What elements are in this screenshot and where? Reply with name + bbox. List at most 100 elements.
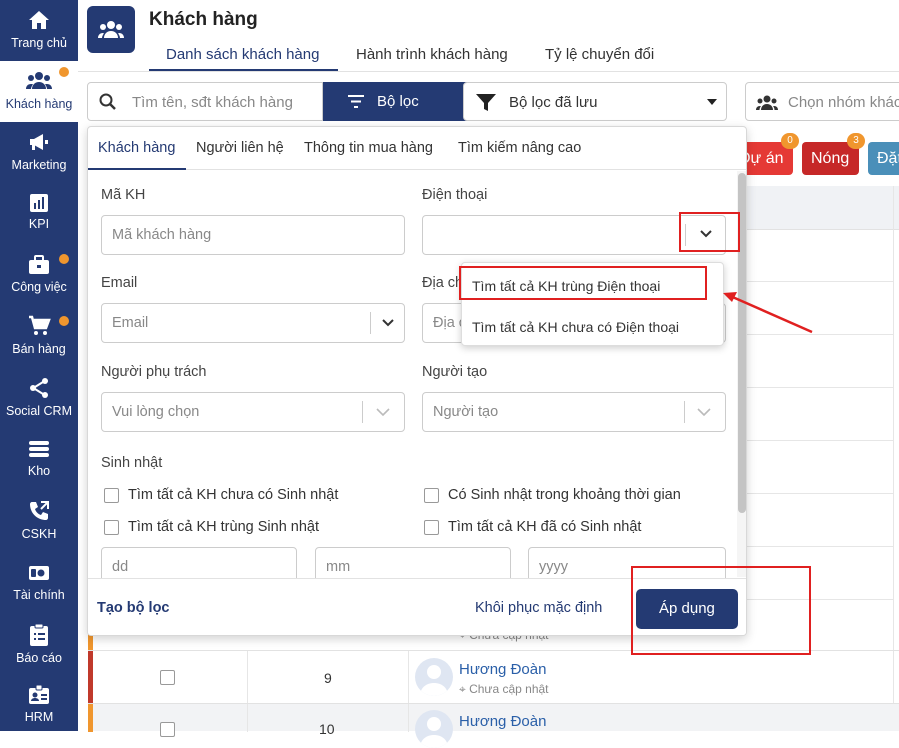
customer-address: ⌖ Chưa cập nhật [459,682,549,696]
notification-dot [59,67,69,77]
sidebar-item-sales[interactable]: Bán hàng [0,310,78,371]
creator-select[interactable]: Người tạo [422,392,726,432]
no-birthday-checkbox[interactable] [104,488,119,503]
customer-code-placeholder: Mã khách hàng [112,227,212,243]
chevron-down-icon[interactable] [697,408,711,416]
customer-name[interactable]: Hương Đoàn [459,661,546,678]
birthday-label: Sinh nhật [101,455,163,471]
sidebar-item-finance[interactable]: Tài chính [0,556,78,617]
annotation-arrow [723,292,813,334]
tag-hot[interactable]: Nóng 3 [802,133,865,175]
phone-icon [30,501,49,520]
column-divider [408,704,409,732]
panel-tab-indicator [88,168,186,170]
sidebar-item-reports[interactable]: Báo cáo [0,618,78,679]
tag-label: Đặt [877,150,899,167]
month-placeholder: mm [326,559,351,575]
panel-tab-advanced[interactable]: Tìm kiếm nâng cao [458,140,581,156]
sidebar-item-label: Khách hàng [5,97,73,111]
notification-dot [59,316,69,326]
funnel-icon [476,94,496,111]
panel-tab-customer[interactable]: Khách hàng [98,140,175,156]
filter-panel: Khách hàng Người liên hệ Thông tin mua h… [87,126,747,636]
phone-label: Điện thoại [422,187,488,203]
avatar [415,710,453,748]
row-divider [744,281,894,282]
saved-filter-select[interactable]: Bộ lọc đã lưu [463,82,727,121]
select-separator [370,312,371,334]
filter-button[interactable]: Bộ lọc [323,82,473,121]
search-box[interactable]: Tìm tên, sđt khách hàng [87,82,323,121]
owner-select[interactable]: Vui lòng chọn [101,392,405,432]
reset-default-link[interactable]: Khôi phục mặc định [475,600,602,616]
sidebar-item-label: Công việc [11,280,67,294]
tag-count: 3 [847,133,865,149]
briefcase-icon [29,255,49,274]
sidebar-item-customers[interactable]: Khách hàng [0,61,78,122]
select-separator [684,401,685,423]
row-checkbox[interactable] [160,670,175,685]
column-divider [247,651,248,704]
year-placeholder: yyyy [539,559,568,575]
owner-placeholder: Vui lòng chọn [112,404,200,420]
row-stripe [88,651,93,704]
share-icon [30,378,48,398]
tag-label: Nóng [811,150,850,167]
users-icon [756,95,778,110]
has-birthday-label: Tìm tất cả KH đã có Sinh nhật [448,519,642,535]
row-number: 10 [319,721,335,737]
customer-name[interactable]: Hương Đoàn [459,713,546,730]
money-icon [29,566,49,580]
sidebar-item-marketing[interactable]: Marketing [0,124,78,185]
highlight-box-apply [631,566,811,655]
email-select[interactable]: Email [101,303,405,343]
table-row[interactable]: 10 Hương Đoàn [88,703,899,748]
sidebar: Trang chủ Khách hàng Marketing KPI Công … [0,0,78,731]
panel-tab-contact[interactable]: Người liên hệ [196,140,284,156]
day-placeholder: dd [112,559,129,575]
panel-tab-purchase[interactable]: Thông tin mua hàng [304,140,433,156]
row-divider [744,440,894,441]
saved-filter-label: Bộ lọc đã lưu [509,94,598,111]
chevron-down-icon[interactable] [382,319,394,327]
row-stripe [88,704,93,732]
same-birthday-label: Tìm tất cả KH trùng Sinh nhật [128,519,320,535]
column-divider [247,704,248,732]
sidebar-item-label: Bán hàng [12,342,66,356]
birthday-range-checkbox[interactable] [424,488,439,503]
users-icon [26,72,52,89]
sidebar-item-home[interactable]: Trang chủ [0,0,78,61]
sidebar-item-social-crm[interactable]: Social CRM [0,371,78,432]
tab-customer-journey[interactable]: Hành trình khách hàng [356,46,508,63]
warehouse-icon [29,441,49,457]
sidebar-item-kpi[interactable]: KPI [0,186,78,247]
customer-code-input[interactable]: Mã khách hàng [101,215,405,255]
row-divider [744,493,894,494]
group-select[interactable]: Chọn nhóm khác [745,82,899,121]
row-checkbox[interactable] [160,722,175,737]
email-placeholder: Email [112,315,149,331]
search-input[interactable]: Tìm tên, sđt khách hàng [132,94,293,111]
sidebar-item-tasks[interactable]: Công việc [0,248,78,309]
column-divider [408,651,409,704]
same-birthday-checkbox[interactable] [104,520,119,535]
group-select-placeholder: Chọn nhóm khác [788,94,899,111]
no-birthday-label: Tìm tất cả KH chưa có Sinh nhật [128,487,339,503]
avatar [415,658,453,696]
tab-conversion-rate[interactable]: Tỷ lệ chuyển đổi [545,46,654,63]
creator-label: Người tạo [422,364,488,380]
tag-order[interactable]: Đặt [868,142,899,175]
table-row[interactable]: 9 Hương Đoàn ⌖ Chưa cập nhật [88,650,899,704]
has-birthday-checkbox[interactable] [424,520,439,535]
chevron-down-icon[interactable] [376,408,390,416]
tab-customer-list[interactable]: Danh sách khách hàng [166,46,319,63]
owner-label: Người phụ trách [101,364,207,380]
sidebar-item-customer-care[interactable]: CSKH [0,494,78,555]
row-number: 9 [324,670,332,686]
sidebar-item-label: KPI [28,217,50,231]
dropdown-option-no-phone[interactable]: Tìm tất cả KH chưa có Điện thoại [472,319,679,335]
sidebar-item-warehouse[interactable]: Kho [0,433,78,494]
create-filter-link[interactable]: Tạo bộ lọc [97,600,170,616]
sidebar-item-hrm[interactable]: HRM [0,680,78,741]
filter-lines-icon [348,95,364,108]
